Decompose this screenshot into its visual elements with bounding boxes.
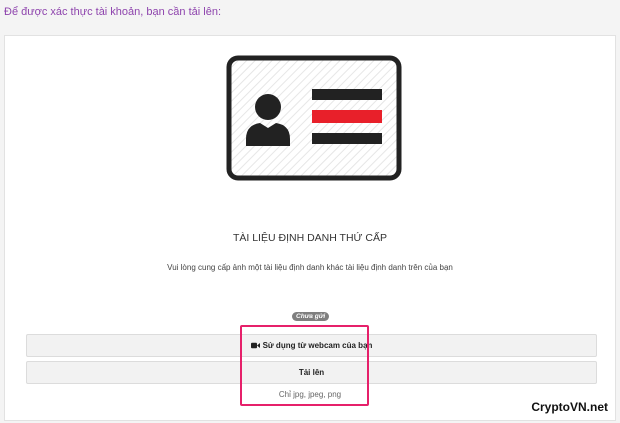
file-types-hint: Chỉ jpg, jpeg, png: [278, 390, 342, 399]
webcam-button-label: Sử dụng từ webcam của bạn: [262, 341, 373, 350]
webcam-button[interactable]: Sử dụng từ webcam của bạn: [26, 334, 597, 357]
upload-button[interactable]: Tải lên: [26, 361, 597, 384]
id-card-icon: [226, 55, 402, 181]
page-heading: Để được xác thực tài khoản, bạn cần tải …: [4, 6, 222, 18]
document-title: TÀI LIỆU ĐỊNH DANH THỨ CẤP: [232, 232, 388, 244]
video-camera-icon: [250, 342, 260, 349]
upload-button-label: Tải lên: [298, 368, 325, 377]
upload-panel: TÀI LIỆU ĐỊNH DANH THỨ CẤP Vui lòng cung…: [4, 35, 616, 421]
watermark: CryptoVN.net: [531, 400, 608, 414]
document-description: Vui lòng cung cấp ảnh một tài liệu định …: [167, 263, 453, 272]
status-badge: Chưa gửi: [292, 312, 330, 321]
